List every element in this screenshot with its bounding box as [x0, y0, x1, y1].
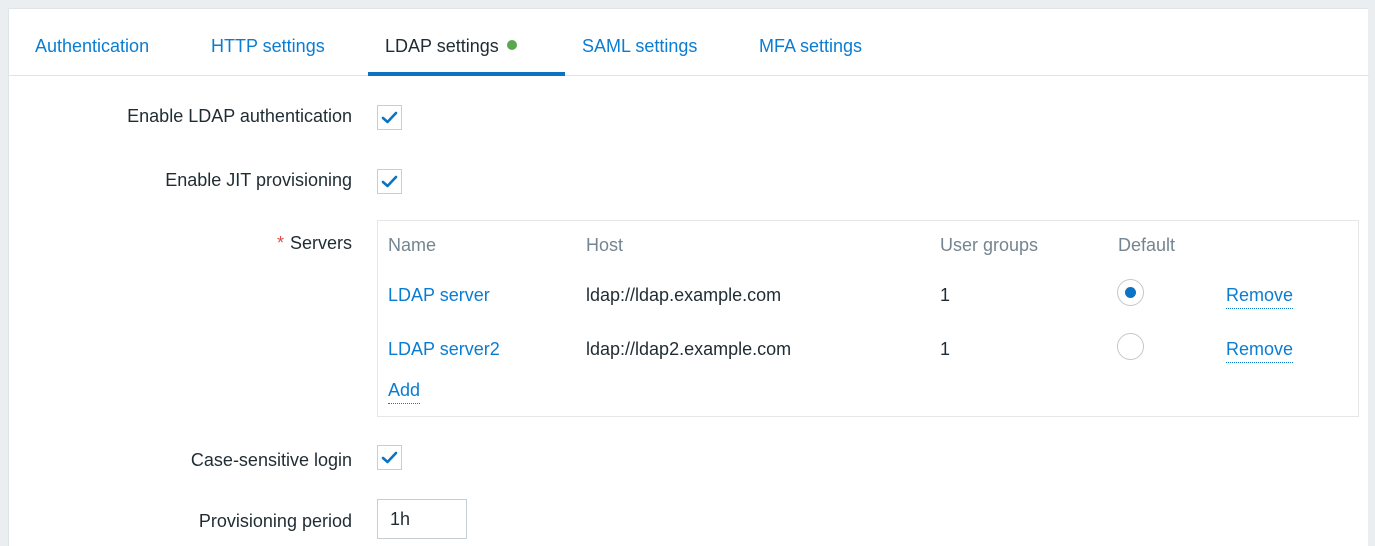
servers-label: * Servers	[277, 233, 352, 254]
default-server-radio[interactable]	[1117, 333, 1144, 360]
checkmark-icon	[381, 111, 398, 124]
column-header-name: Name	[388, 235, 437, 255]
case-sensitive-login-label: Case-sensitive login	[190, 450, 352, 470]
status-dot-icon	[506, 40, 517, 50]
case-sensitive-login-checkbox[interactable]	[377, 445, 402, 470]
enable-ldap-checkbox[interactable]	[377, 105, 402, 130]
provisioning-period-input[interactable]	[377, 499, 467, 539]
tab-ldap-settings-label: LDAP settings	[385, 36, 499, 56]
tab-mfa-settings[interactable]: MFA settings	[759, 36, 862, 57]
column-header-default: Default	[1118, 235, 1176, 255]
servers-table: Name Host User groups Default LDAP serve…	[377, 220, 1359, 417]
enable-ldap-label: Enable LDAP authentication	[127, 106, 352, 126]
required-marker: *	[276, 233, 284, 253]
active-tab-indicator	[368, 72, 565, 76]
checkmark-icon	[381, 175, 398, 188]
add-server-button[interactable]: Add	[388, 380, 421, 404]
server-host: ldap://ldap2.example.com	[586, 339, 792, 359]
column-header-host: Host	[586, 235, 624, 255]
remove-server-button[interactable]: Remove	[1226, 285, 1294, 309]
server-user-groups: 1	[940, 339, 951, 359]
checkmark-icon	[381, 451, 398, 464]
server-host: ldap://ldap.example.com	[586, 285, 782, 305]
enable-jit-checkbox[interactable]	[377, 169, 402, 194]
tab-ldap-settings[interactable]: LDAP settings	[385, 36, 517, 57]
tab-http-settings[interactable]: HTTP settings	[211, 36, 325, 57]
column-header-user-groups: User groups	[940, 235, 1039, 255]
tab-bar: Authentication HTTP settings LDAP settin…	[9, 9, 1369, 76]
enable-jit-label: Enable JIT provisioning	[165, 170, 352, 190]
server-user-groups: 1	[940, 285, 951, 305]
ldap-settings-panel: Authentication HTTP settings LDAP settin…	[8, 8, 1369, 546]
tab-saml-settings[interactable]: SAML settings	[582, 36, 697, 57]
server-name-link[interactable]: LDAP server	[388, 285, 490, 306]
remove-server-button[interactable]: Remove	[1226, 339, 1294, 363]
default-server-radio[interactable]	[1117, 279, 1144, 306]
tab-authentication[interactable]: Authentication	[35, 36, 149, 57]
servers-label-text: Servers	[289, 233, 352, 253]
provisioning-period-label: Provisioning period	[198, 511, 352, 531]
server-name-link[interactable]: LDAP server2	[388, 339, 500, 360]
